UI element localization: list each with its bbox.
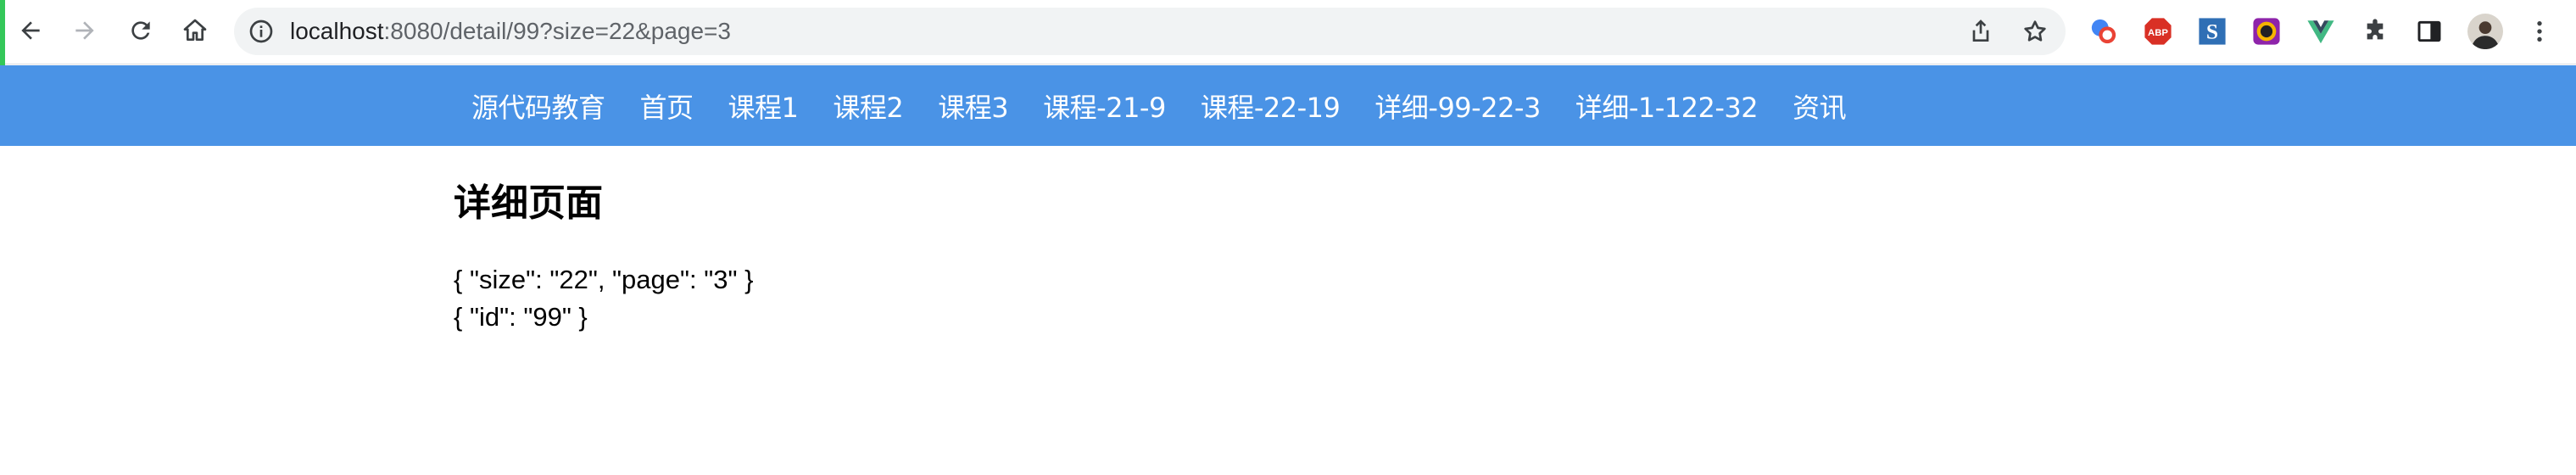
svg-text:ABP: ABP [2148, 28, 2168, 38]
reload-icon[interactable] [122, 12, 159, 49]
nav-link-detail-99-22-3[interactable]: 详细-99-22-3 [1374, 87, 1541, 126]
browser-toolbar: localhost:8080/detail/99?size=22&page=3 … [0, 0, 2576, 64]
home-icon[interactable] [176, 12, 214, 49]
nav-link-course-21-9[interactable]: 课程-21-9 [1043, 87, 1166, 126]
nav-link-course-2[interactable]: 课程2 [833, 87, 903, 126]
address-bar[interactable]: localhost:8080/detail/99?size=22&page=3 [234, 8, 2066, 55]
color-picker-extension-icon[interactable] [2252, 17, 2281, 46]
nav-link-news[interactable]: 资讯 [1793, 87, 1847, 126]
query-params-text: { "size": "22", "page": "3" } [454, 265, 754, 294]
translate-extension-icon[interactable] [2089, 17, 2118, 46]
route-params-text: { "id": "99" } [454, 302, 588, 332]
s-extension-icon[interactable]: S [2198, 17, 2227, 46]
bookmark-star-icon[interactable] [2021, 18, 2049, 45]
nav-link-course-22-19[interactable]: 课程-22-19 [1201, 87, 1341, 126]
nav-link-course-3[interactable]: 课程3 [938, 87, 1008, 126]
more-menu-icon[interactable] [2525, 17, 2554, 46]
site-navbar: 源代码教育 首页 课程1 课程2 课程3 课程-21-9 课程-22-19 详细… [0, 65, 2576, 146]
extensions-puzzle-icon[interactable] [2361, 17, 2389, 46]
nav-link-brand[interactable]: 源代码教育 [471, 87, 605, 126]
url-host: localhost [290, 18, 384, 44]
page-content: 详细页面 { "size": "22", "page": "3" } { "id… [454, 178, 1980, 336]
nav-link-detail-1-122-32[interactable]: 详细-1-122-32 [1575, 87, 1759, 126]
profile-avatar[interactable] [2467, 14, 2503, 49]
vue-devtools-extension-icon[interactable] [2306, 17, 2335, 46]
page-title: 详细页面 [454, 182, 603, 225]
adblock-plus-extension-icon[interactable]: ABP [2144, 17, 2172, 46]
url-text[interactable]: localhost:8080/detail/99?size=22&page=3 [290, 8, 731, 55]
nav-link-course-1[interactable]: 课程1 [728, 87, 799, 126]
svg-text:S: S [2206, 20, 2218, 44]
nav-link-home[interactable]: 首页 [640, 87, 694, 126]
back-icon[interactable] [12, 12, 49, 49]
forward-icon[interactable] [66, 12, 103, 49]
navbar-links: 源代码教育 首页 课程1 课程2 课程3 课程-21-9 课程-22-19 详细… [471, 65, 1881, 146]
url-path: :8080/detail/99?size=22&page=3 [383, 18, 731, 44]
share-icon[interactable] [1967, 18, 1994, 45]
site-info-icon[interactable] [248, 18, 275, 45]
side-panel-icon[interactable] [2415, 17, 2444, 46]
